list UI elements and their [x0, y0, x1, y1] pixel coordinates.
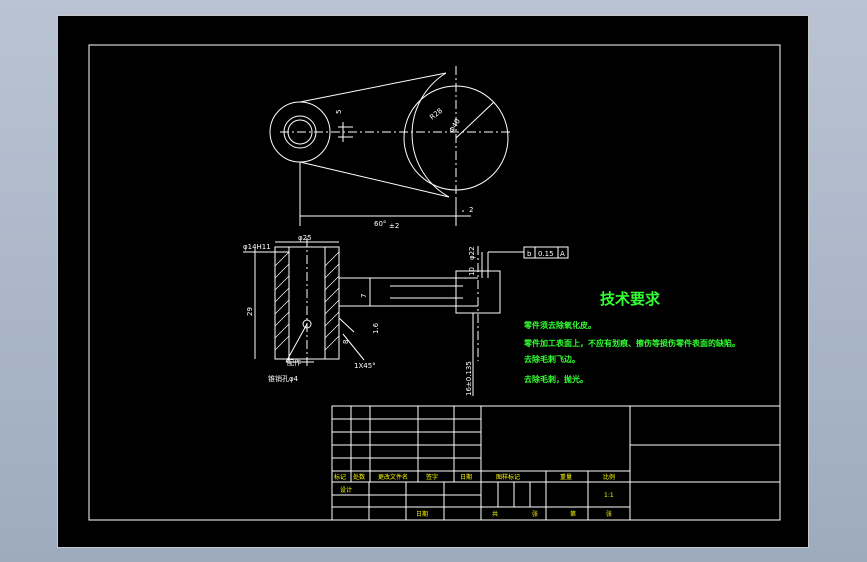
dim-5: 5	[335, 110, 343, 114]
cad-drawing: R28 Φ40 5 60° ±2 2 φ25 φ14H11 29 7 1.6 8…	[88, 44, 781, 521]
drawing-sheet: R28 Φ40 5 60° ±2 2 φ25 φ14H11 29 7 1.6 8…	[57, 15, 809, 548]
lever-tangent-bottom	[299, 161, 450, 198]
tb-design: 设计	[340, 486, 352, 494]
tb-change-doc: 更改文件名	[378, 473, 408, 481]
tb-scale: 比例	[603, 473, 615, 481]
tech-title: 技术要求	[600, 290, 661, 308]
dim-phi40: Φ40	[448, 118, 462, 134]
tech-item-1: 零件须去除氧化皮。	[523, 320, 596, 330]
tech-item-2: 零件加工表面上，不应有划痕、擦伤等损伤零件表面的缺陷。	[523, 338, 740, 348]
dim-r28: R28	[428, 107, 444, 122]
dim-phi25: φ25	[298, 234, 312, 242]
fcf-value: 0.15	[538, 250, 554, 258]
dim-angle-tol: ±2	[389, 222, 399, 230]
hatching-left	[274, 251, 290, 351]
tb-count: 处数	[353, 473, 365, 481]
tb-date2: 日期	[416, 510, 428, 518]
dim-7: 7	[360, 294, 368, 298]
tb-total: 共	[492, 510, 498, 518]
r28-leader	[455, 101, 495, 139]
tb-weight: 重量	[560, 473, 572, 481]
tech-item-3: 去除毛刺飞边。	[524, 354, 580, 364]
technical-requirements: 技术要求 零件须去除氧化皮。 零件加工表面上，不应有划痕、擦伤等损伤零件表面的缺…	[523, 290, 740, 384]
dim-2: 2	[469, 206, 473, 214]
note-hole: 锥销孔φ4	[268, 374, 299, 383]
tb-stage: 图样标记	[496, 473, 520, 481]
fcf-datum: A	[560, 250, 565, 258]
tb-sheets: 张	[532, 510, 538, 518]
tb-sheet-no: 第	[570, 510, 576, 518]
dim-10: 10	[468, 267, 476, 276]
tb-sheet-suffix: 张	[606, 510, 612, 518]
title-block-outer	[331, 405, 781, 521]
dim-angle: 60°	[374, 220, 386, 228]
dim-29: 29	[246, 307, 254, 316]
tb-date: 日期	[460, 473, 472, 481]
top-view: R28 Φ40 5 60° ±2 2	[269, 66, 510, 230]
dim-phi22: φ22	[468, 246, 476, 260]
tb-scale-value: 1:1	[604, 492, 614, 499]
hatching-right	[324, 251, 340, 351]
tb-signature: 签字	[426, 473, 438, 481]
lever-tangent-top	[299, 72, 447, 103]
large-boss-arc	[411, 72, 450, 198]
fcf-symbol: b	[527, 250, 532, 258]
tb-mark: 标记	[334, 473, 346, 481]
title-block: 标记 处数 更改文件名 签字 日期 设计 日期 图样标记 重量 比例 1:1 共…	[331, 405, 781, 521]
dim-phi14: φ14H11	[243, 243, 271, 251]
chamfer-leader	[342, 333, 365, 361]
tech-item-4: 去除毛刺，抛光。	[524, 374, 588, 384]
chamfer	[338, 317, 355, 333]
dim-chamfer: 1X45°	[354, 362, 376, 370]
note-pin: 配作	[287, 358, 301, 367]
dim-16: 16±0.135	[465, 361, 473, 396]
dim-ra16: 1.6	[372, 322, 380, 334]
front-view: φ25 φ14H11 29 7 1.6 8 1X45° 10 φ22 16±0.…	[243, 234, 569, 396]
